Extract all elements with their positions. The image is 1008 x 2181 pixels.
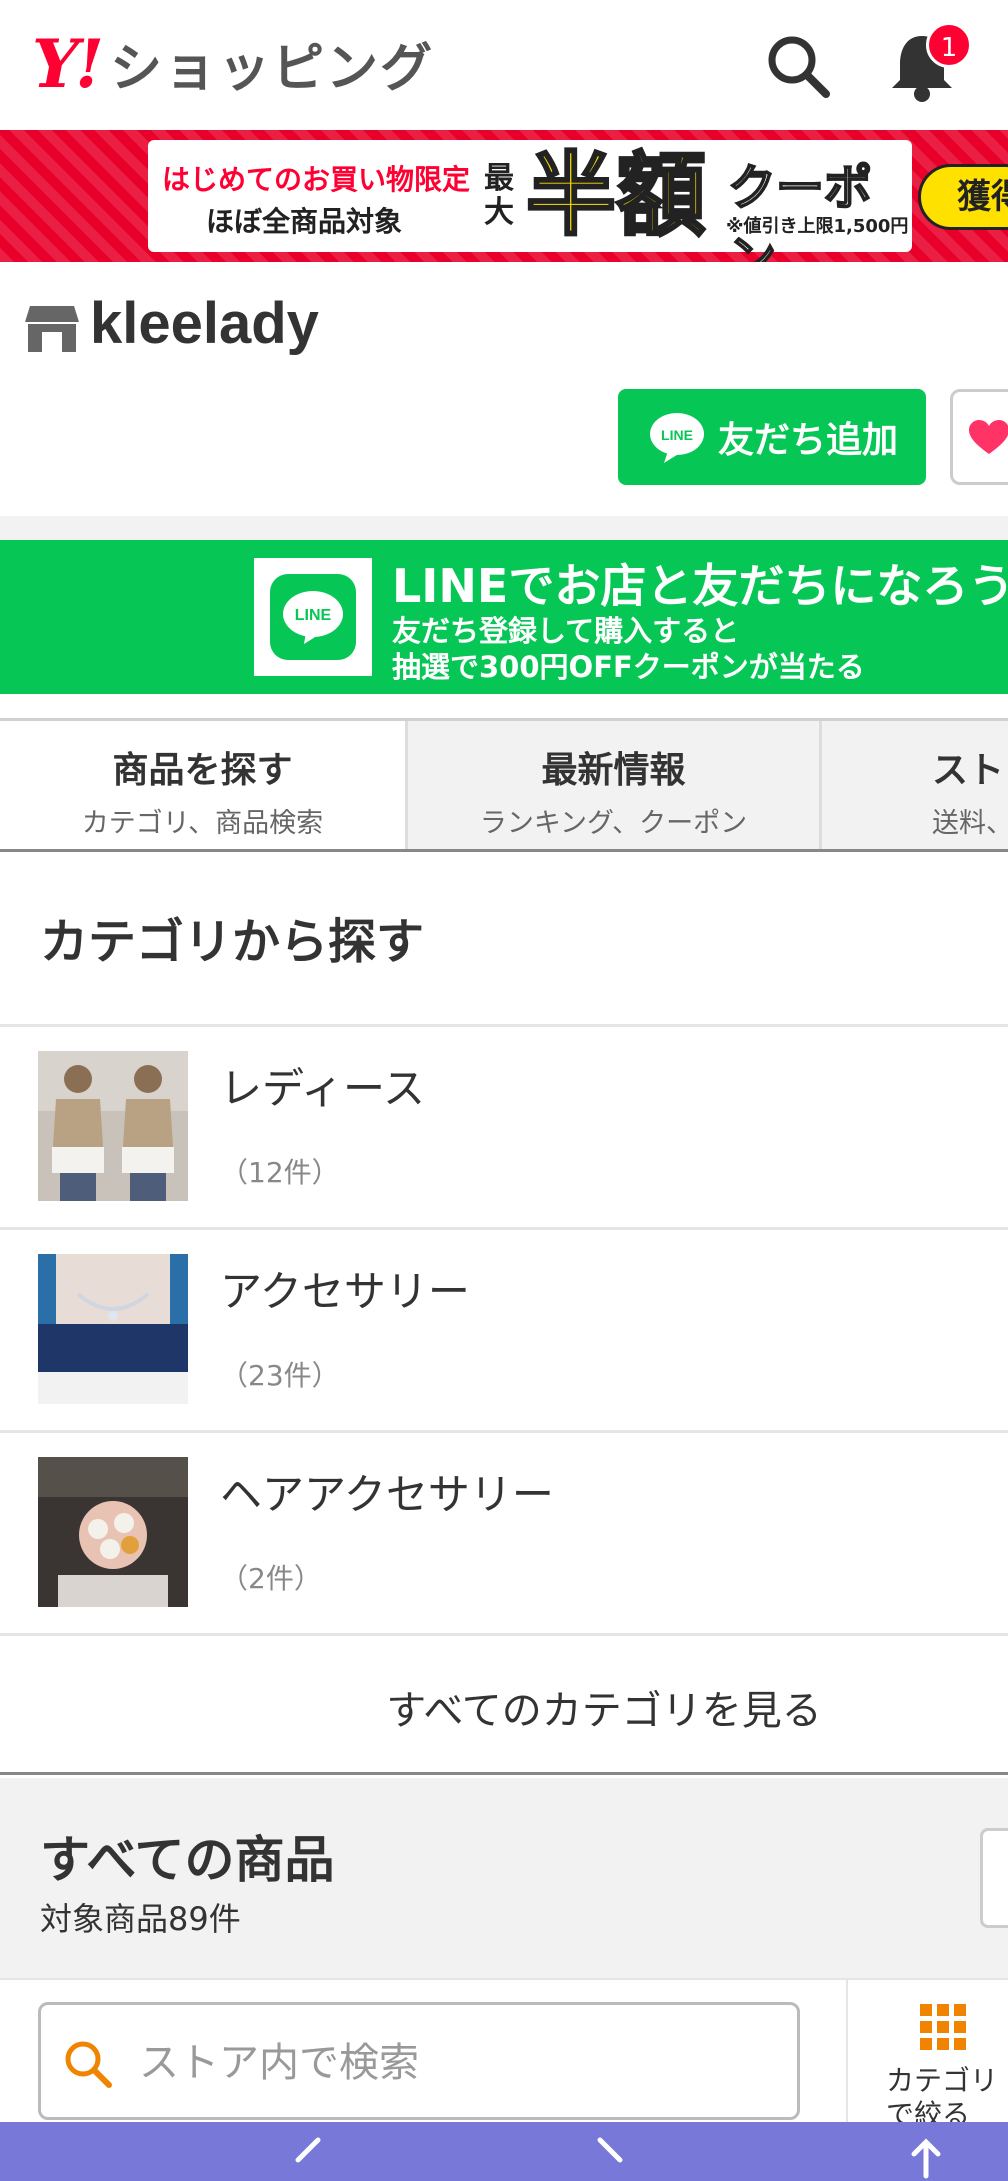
share-icon[interactable] xyxy=(904,2136,948,2181)
tab-title: 商品を探す xyxy=(112,750,293,791)
line-bubble-icon: LINE xyxy=(283,591,343,644)
line-banner-title: LINEでお店と友だちになろう xyxy=(392,559,1008,613)
heart-icon xyxy=(969,420,1008,454)
coupon-half-price: 半額 xyxy=(525,142,708,250)
logo-mark: Y! xyxy=(32,24,104,103)
coupon-note: ※値引き上限1,500円 xyxy=(726,216,909,237)
line-add-friend-button[interactable]: LINE 友だち追加 xyxy=(618,389,926,485)
tab-subtitle: ランキング、クーポン xyxy=(479,808,748,839)
category-thumbnail xyxy=(38,1051,188,1201)
category-count: （23件） xyxy=(220,1359,340,1392)
search-button[interactable] xyxy=(764,32,834,102)
category-name: ヘアアクセサリー xyxy=(220,1470,554,1519)
yahoo-shopping-logo[interactable]: Y! ショッピング xyxy=(32,26,434,101)
see-all-categories-link[interactable]: すべてのカテゴリを見る xyxy=(0,1633,1008,1775)
line-logo-text: LINE xyxy=(295,607,332,624)
coupon-word: クーポン xyxy=(727,159,873,262)
back-arrow-icon[interactable] xyxy=(288,2136,328,2181)
tab-store-info[interactable]: スト 送料、 xyxy=(822,721,1008,849)
store-icon xyxy=(25,306,79,352)
category-section-title: カテゴリから探す xyxy=(40,914,425,970)
tab-search-products[interactable]: 商品を探す カテゴリ、商品検索 xyxy=(0,721,408,849)
browser-bottom-bar xyxy=(0,2122,1008,2181)
store-tabs: 商品を探す カテゴリ、商品検索 最新情報 ランキング、クーポン スト 送料、 xyxy=(0,718,1008,852)
category-thumbnail xyxy=(38,1254,188,1404)
section-divider xyxy=(0,516,1008,540)
line-banner-sub2: 抽選で300円OFFクーポンが当たる xyxy=(392,650,865,684)
category-count: （12件） xyxy=(220,1156,340,1189)
coupon-line2: ほぼ全商品対象 xyxy=(206,205,403,238)
tab-subtitle: カテゴリ、商品検索 xyxy=(81,808,324,839)
logo-text: ショッピング xyxy=(110,39,435,99)
category-count: （2件） xyxy=(220,1562,322,1595)
line-logo: LINE xyxy=(254,558,372,676)
all-products-section: すべての商品 対象商品89件 xyxy=(0,1778,1008,1978)
search-icon xyxy=(65,2041,112,2088)
category-name: レディース xyxy=(220,1064,425,1113)
store-name: kleelady xyxy=(90,291,319,356)
tab-title: スト xyxy=(932,750,1005,791)
grid-icon xyxy=(920,2004,966,2050)
line-friend-banner[interactable]: LINE LINEでお店と友だちになろう 友だち登録して購入すると 抽選で300… xyxy=(0,540,1008,694)
tab-subtitle: 送料、 xyxy=(932,808,1008,839)
category-item-hair-accessories[interactable]: ヘアアクセサリー （2件） xyxy=(0,1430,1008,1633)
notification-badge: 1 xyxy=(926,22,972,68)
category-filter-button[interactable]: カテゴリ で絞る xyxy=(846,1980,1008,2131)
filter-label-line1: カテゴリ xyxy=(886,2064,999,2097)
category-name: アクセサリー xyxy=(220,1267,470,1316)
favorite-button[interactable] xyxy=(950,389,1008,485)
all-products-count: 対象商品89件 xyxy=(40,1900,241,1938)
line-icon-text: LINE xyxy=(661,427,693,443)
coupon-line1: はじめてのお買い物限定 xyxy=(162,163,471,196)
first-purchase-coupon-banner[interactable]: はじめてのお買い物限定 ほぼ全商品対象 最大 半額 クーポン ※値引き上限1,5… xyxy=(0,130,1008,262)
store-search-row: カテゴリ で絞る xyxy=(0,1978,1008,2131)
coupon-card: はじめてのお買い物限定 ほぼ全商品対象 最大 半額 クーポン ※値引き上限1,5… xyxy=(148,140,912,262)
tab-title: 最新情報 xyxy=(541,750,686,791)
category-item-accessories[interactable]: アクセサリー （23件） xyxy=(0,1227,1008,1430)
sort-button[interactable] xyxy=(980,1828,1008,1928)
store-search-input[interactable] xyxy=(137,2025,777,2101)
line-add-label: 友だち追加 xyxy=(718,420,899,461)
app-header: Y! ショッピング 1 xyxy=(0,0,1008,130)
tab-latest-info[interactable]: 最新情報 ランキング、クーポン xyxy=(408,721,822,849)
category-thumbnail xyxy=(38,1457,188,1607)
category-list: レディース （12件） アクセサリー （23件） ヘアアクセサリー （2件） す… xyxy=(0,1024,1008,1775)
category-item-ladies[interactable]: レディース （12件） xyxy=(0,1024,1008,1227)
store-search-box[interactable] xyxy=(38,2002,800,2120)
line-icon: LINE xyxy=(650,413,704,463)
forward-arrow-icon[interactable] xyxy=(590,2136,630,2181)
see-all-categories-label: すべてのカテゴリを見る xyxy=(386,1688,822,1734)
coupon-get-button[interactable]: 獲得 xyxy=(918,164,1008,230)
search-icon xyxy=(768,36,830,98)
coupon-max: 最大 xyxy=(484,161,514,230)
all-products-title: すべての商品 xyxy=(40,1831,335,1889)
store-header: kleelady LINE 友だち追加 xyxy=(0,262,1008,516)
